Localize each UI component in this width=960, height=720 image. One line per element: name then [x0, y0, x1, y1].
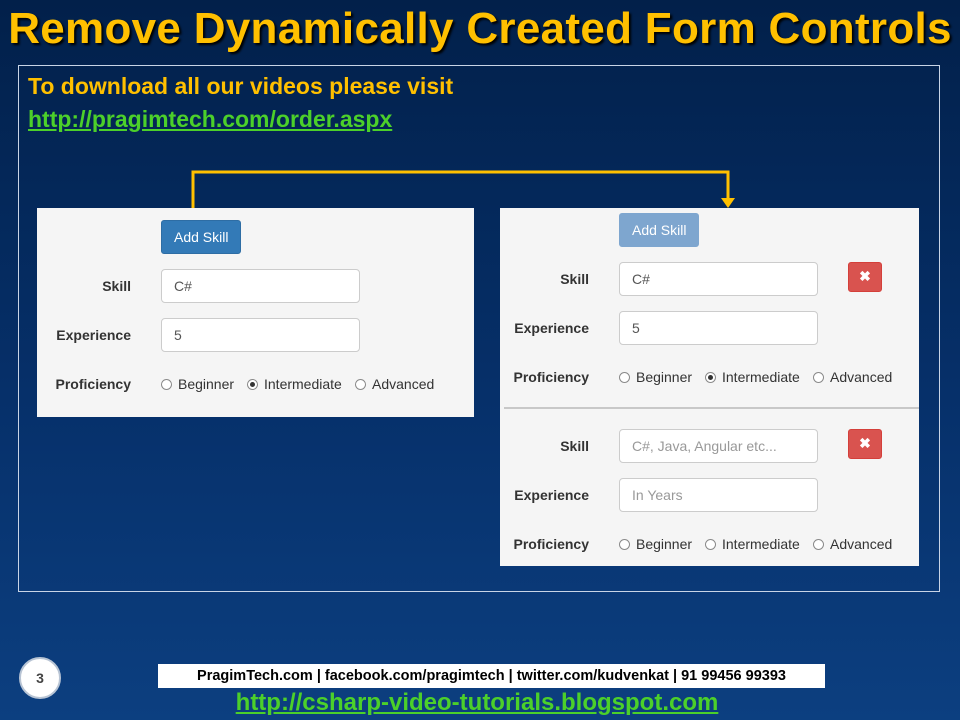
- radio-advanced[interactable]: Advanced: [813, 536, 892, 552]
- experience-label: Experience: [514, 320, 589, 336]
- radio-advanced[interactable]: Advanced: [355, 376, 434, 392]
- radio-label: Beginner: [636, 536, 693, 552]
- skill-label: Skill: [102, 278, 131, 294]
- radio-icon: [813, 372, 824, 383]
- radio-advanced[interactable]: Advanced: [813, 369, 892, 385]
- radio-beginner[interactable]: Beginner: [161, 376, 234, 392]
- skill-label: Skill: [560, 271, 589, 287]
- radio-icon: [619, 539, 630, 550]
- skill-label: Skill: [560, 438, 589, 454]
- radio-beginner[interactable]: Beginner: [619, 369, 692, 385]
- x-icon: ✖: [859, 268, 871, 284]
- add-skill-button[interactable]: Add Skill: [161, 220, 242, 254]
- form-after: Add Skill Skill C# ✖ Experience 5 Profic…: [500, 208, 919, 566]
- proficiency-label: Proficiency: [513, 536, 589, 552]
- radio-label: Beginner: [636, 369, 693, 385]
- add-skill-button-disabled[interactable]: Add Skill: [619, 213, 700, 247]
- radio-icon: [355, 379, 366, 390]
- radio-label: Intermediate: [722, 369, 800, 385]
- experience-label: Experience: [56, 327, 131, 343]
- proficiency-label: Proficiency: [513, 369, 589, 385]
- experience-input[interactable]: 5: [161, 318, 360, 352]
- radio-label: Intermediate: [722, 536, 800, 552]
- radio-label: Intermediate: [264, 376, 342, 392]
- radio-intermediate[interactable]: Intermediate: [705, 536, 800, 552]
- radio-label: Beginner: [178, 376, 235, 392]
- group-divider: [504, 407, 919, 409]
- radio-label: Advanced: [372, 376, 435, 392]
- delete-skill-button[interactable]: ✖: [848, 262, 882, 292]
- radio-checked-icon: [247, 379, 258, 390]
- radio-label: Advanced: [830, 369, 893, 385]
- form-before: Add Skill Skill C# Experience 5 Proficie…: [37, 208, 474, 417]
- experience-input-empty[interactable]: In Years: [619, 478, 818, 512]
- skill-input[interactable]: C#: [619, 262, 818, 296]
- radio-checked-icon: [705, 372, 716, 383]
- radio-icon: [161, 379, 172, 390]
- radio-intermediate[interactable]: Intermediate: [247, 376, 342, 392]
- radio-icon: [813, 539, 824, 550]
- delete-skill-button[interactable]: ✖: [848, 429, 882, 459]
- footer-contact-info: PragimTech.com | facebook.com/pragimtech…: [158, 664, 825, 688]
- skill-input[interactable]: C#: [161, 269, 360, 303]
- radio-beginner[interactable]: Beginner: [619, 536, 692, 552]
- radio-icon: [619, 372, 630, 383]
- experience-label: Experience: [514, 487, 589, 503]
- footer-blog-link[interactable]: http://csharp-video-tutorials.blogspot.c…: [0, 689, 954, 717]
- radio-intermediate[interactable]: Intermediate: [705, 369, 800, 385]
- proficiency-label: Proficiency: [55, 376, 131, 392]
- experience-input[interactable]: 5: [619, 311, 818, 345]
- x-icon: ✖: [859, 435, 871, 451]
- radio-icon: [705, 539, 716, 550]
- radio-label: Advanced: [830, 536, 893, 552]
- skill-input-empty[interactable]: C#, Java, Angular etc...: [619, 429, 818, 463]
